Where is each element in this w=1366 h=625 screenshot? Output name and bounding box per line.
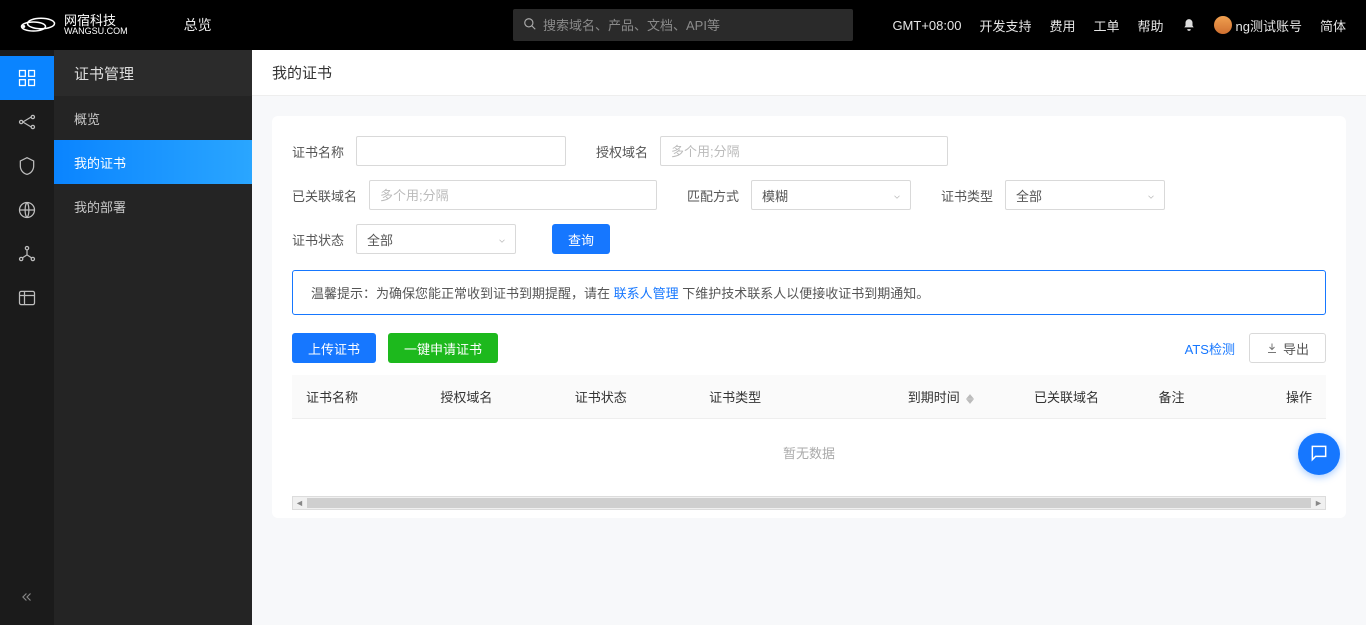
brand-name-en: WANGSU.COM (64, 27, 128, 36)
table-empty: 暂无数据 (292, 419, 1326, 487)
nav-overview[interactable]: 总览 (184, 15, 212, 35)
col-expire-label: 到期时间 (908, 390, 960, 405)
notice-prefix: 温馨提示：为确保您能正常收到证书到期提醒，请在 (311, 286, 614, 301)
main-content: 我的证书 证书名称 授权域名 已关联域名 匹配方式 模糊 (252, 50, 1366, 625)
match-mode-label: 匹配方式 (687, 186, 739, 205)
brand-logo[interactable]: 网宿科技 WANGSU.COM (20, 13, 128, 37)
nav-billing[interactable]: 费用 (1049, 16, 1075, 35)
sidebar-item-label: 我的部署 (74, 197, 126, 216)
sidebar: 证书管理 概览 我的证书 我的部署 (54, 50, 252, 625)
col-cert-status[interactable]: 证书状态 (561, 375, 695, 419)
rail-item-globe[interactable] (0, 188, 54, 232)
notice-suffix: 下维护技术联系人以便接收证书到期通知。 (679, 286, 930, 301)
col-cert-type[interactable]: 证书类型 (695, 375, 829, 419)
scrollbar-thumb[interactable] (307, 498, 1311, 508)
account-menu[interactable]: ng测试账号 (1214, 16, 1302, 35)
notice-contacts-link[interactable]: 联系人管理 (614, 286, 679, 301)
cert-type-label: 证书类型 (941, 186, 993, 205)
auth-domain-input[interactable] (660, 136, 948, 166)
scroll-right-icon: ► (1312, 497, 1325, 509)
nav-tickets[interactable]: 工单 (1093, 16, 1119, 35)
col-remark[interactable]: 备注 (1145, 375, 1236, 419)
account-name: ng测试账号 (1236, 16, 1302, 35)
rail-item-security[interactable] (0, 144, 54, 188)
rail-collapse-toggle[interactable] (0, 583, 54, 613)
quick-apply-cert-button[interactable]: 一键申请证书 (388, 333, 498, 363)
col-linked-domain[interactable]: 已关联域名 (988, 375, 1144, 419)
timezone-selector[interactable]: GMT+08:00 (892, 18, 961, 33)
brand-logo-mark (20, 13, 56, 37)
export-button[interactable]: 导出 (1249, 333, 1326, 363)
sidebar-item-label: 我的证书 (74, 153, 126, 172)
global-search[interactable] (513, 9, 853, 41)
avatar (1214, 16, 1232, 34)
col-cert-name[interactable]: 证书名称 (292, 375, 426, 419)
rail-item-nodes[interactable] (0, 232, 54, 276)
rail-item-network[interactable] (0, 100, 54, 144)
sidebar-item-label: 概览 (74, 109, 100, 128)
export-icon (1266, 342, 1278, 354)
nav-help[interactable]: 帮助 (1138, 16, 1164, 35)
chevron-down-icon (892, 190, 902, 200)
cert-status-value: 全部 (367, 230, 393, 249)
cert-table: 证书名称 授权域名 证书状态 证书类型 到期时间 已关联域名 备注 操作 (292, 375, 1326, 486)
notifications-icon[interactable] (1182, 18, 1196, 32)
notice-banner: 温馨提示：为确保您能正常收到证书到期提醒，请在 联系人管理 下维护技术联系人以便… (292, 270, 1326, 315)
ats-check-link[interactable]: ATS检测 (1185, 339, 1235, 358)
topbar: 网宿科技 WANGSU.COM 总览 GMT+08:00 开发支持 费用 工单 … (0, 0, 1366, 50)
cert-status-select[interactable]: 全部 (356, 224, 516, 254)
left-rail (0, 50, 54, 625)
col-expire[interactable]: 到期时间 (829, 375, 988, 419)
cert-type-value: 全部 (1016, 186, 1042, 205)
search-icon (523, 17, 543, 34)
chat-support-fab[interactable] (1298, 433, 1340, 475)
cert-name-input[interactable] (356, 136, 566, 166)
page-title: 我的证书 (252, 50, 1366, 96)
chevron-down-icon (1146, 190, 1156, 200)
linked-domain-label: 已关联域名 (292, 186, 357, 205)
auth-domain-label: 授权域名 (596, 142, 648, 161)
query-button[interactable]: 查询 (552, 224, 610, 254)
horizontal-scrollbar[interactable]: ◄ ► (292, 496, 1326, 510)
scroll-left-icon: ◄ (293, 497, 306, 509)
col-operations[interactable]: 操作 (1235, 375, 1326, 419)
rail-item-data[interactable] (0, 276, 54, 320)
cert-status-label: 证书状态 (292, 230, 344, 249)
col-auth-domain[interactable]: 授权域名 (426, 375, 560, 419)
chevron-down-icon (497, 234, 507, 244)
match-mode-select[interactable]: 模糊 (751, 180, 911, 210)
sort-icon (966, 394, 974, 404)
language-selector[interactable]: 简体 (1320, 16, 1346, 35)
chat-icon (1309, 443, 1329, 466)
content-panel: 证书名称 授权域名 已关联域名 匹配方式 模糊 证书类型 (272, 116, 1346, 518)
chevron-double-left-icon (20, 590, 34, 607)
global-search-input[interactable] (543, 18, 843, 33)
sidebar-title: 证书管理 (54, 50, 252, 96)
linked-domain-input[interactable] (369, 180, 657, 210)
cert-type-select[interactable]: 全部 (1005, 180, 1165, 210)
match-mode-value: 模糊 (762, 186, 788, 205)
sidebar-item-my-deployments[interactable]: 我的部署 (54, 184, 252, 228)
sidebar-item-my-certs[interactable]: 我的证书 (54, 140, 252, 184)
sidebar-item-overview[interactable]: 概览 (54, 96, 252, 140)
upload-cert-button[interactable]: 上传证书 (292, 333, 376, 363)
cert-name-label: 证书名称 (292, 142, 344, 161)
export-label: 导出 (1283, 339, 1309, 358)
nav-dev-support[interactable]: 开发支持 (979, 16, 1031, 35)
rail-item-dashboard[interactable] (0, 56, 54, 100)
